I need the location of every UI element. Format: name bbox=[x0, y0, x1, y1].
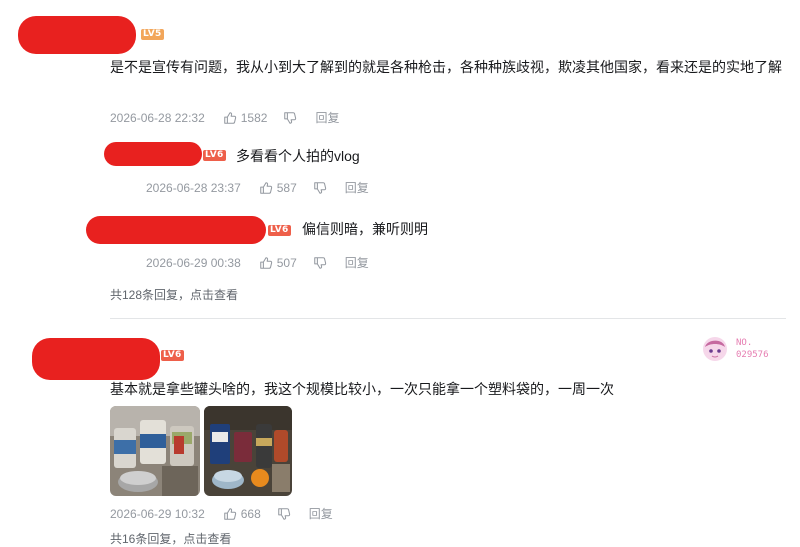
reply-meta: 2026-06-28 23:37 587 回复 bbox=[146, 179, 369, 196]
timestamp: 2026-06-29 10:32 bbox=[110, 506, 205, 521]
comment-meta: 2026-06-28 22:32 1582 回复 bbox=[110, 109, 339, 126]
like-icon bbox=[223, 507, 236, 520]
canned-food-photo bbox=[110, 406, 200, 496]
photo-2[interactable] bbox=[204, 406, 292, 496]
like-count: 1582 bbox=[240, 110, 268, 125]
like-count: 668 bbox=[240, 506, 261, 521]
dislike-icon bbox=[314, 256, 326, 269]
timestamp: 2026-06-28 23:37 bbox=[146, 180, 241, 195]
comment-text: 是不是宣传有问题，我从小到大了解到的就是各种枪击，各种种族歧视，欺凌其他国家，看… bbox=[110, 59, 782, 75]
dislike-button[interactable] bbox=[313, 181, 327, 195]
reply-button[interactable]: 回复 bbox=[309, 505, 333, 522]
like-button[interactable]: 668 bbox=[223, 507, 261, 521]
view-replies-link[interactable]: 点击查看 bbox=[190, 288, 238, 302]
groceries-photo bbox=[204, 406, 292, 496]
timestamp: 2026-06-28 22:32 bbox=[110, 110, 205, 125]
reply-text: 偏信则暗，兼听则明 bbox=[302, 221, 428, 237]
level-badge: LV6 bbox=[203, 150, 226, 161]
reply-count-text: 共16条回复， bbox=[110, 532, 184, 546]
comment-text: 基本就是拿些罐头啥的，我这个规模比较小，一次只能拿一个塑料袋的，一周一次 bbox=[110, 381, 614, 397]
more-replies: 共128条回复，点击查看 bbox=[110, 286, 238, 303]
photo-1[interactable] bbox=[110, 406, 200, 496]
like-button[interactable]: 1582 bbox=[223, 110, 268, 125]
timestamp: 2026-06-29 00:38 bbox=[146, 255, 241, 270]
like-icon bbox=[259, 181, 272, 194]
more-replies: 共16条回复，点击查看 bbox=[110, 530, 231, 547]
like-count: 587 bbox=[276, 180, 297, 195]
reply-text: 多看看个人拍的vlog bbox=[236, 148, 360, 164]
like-button[interactable]: 587 bbox=[259, 181, 297, 195]
view-replies-link[interactable]: 点击查看 bbox=[183, 532, 231, 546]
dislike-icon bbox=[278, 507, 290, 520]
dislike-icon bbox=[284, 111, 297, 124]
badge-label: NO. bbox=[736, 338, 753, 348]
like-button[interactable]: 507 bbox=[259, 256, 297, 270]
level-badge: LV6 bbox=[268, 225, 291, 236]
dislike-icon bbox=[314, 181, 326, 194]
redacted-username bbox=[18, 16, 136, 54]
redacted-username bbox=[104, 142, 202, 166]
reply-count-text: 共128条回复， bbox=[110, 288, 191, 302]
reply-button[interactable]: 回复 bbox=[345, 254, 369, 271]
reply-button[interactable]: 回复 bbox=[345, 179, 369, 196]
anime-avatar-icon bbox=[703, 337, 727, 361]
reply-meta: 2026-06-29 00:38 507 回复 bbox=[146, 254, 369, 271]
like-icon bbox=[223, 111, 236, 124]
fan-badge: NO. 029576 bbox=[700, 334, 782, 364]
like-count: 507 bbox=[276, 255, 297, 270]
dislike-button[interactable] bbox=[283, 111, 297, 125]
redacted-username bbox=[32, 338, 160, 380]
badge-number: 029576 bbox=[736, 350, 769, 360]
level-badge: LV6 bbox=[161, 350, 184, 361]
reply-button[interactable]: 回复 bbox=[315, 109, 339, 126]
like-icon bbox=[259, 256, 272, 269]
level-badge: LV5 bbox=[141, 29, 164, 40]
dislike-button[interactable] bbox=[277, 507, 291, 521]
dislike-button[interactable] bbox=[313, 256, 327, 270]
redacted-username bbox=[86, 216, 266, 244]
divider bbox=[110, 318, 786, 319]
comment-meta: 2026-06-29 10:32 668 回复 bbox=[110, 505, 333, 522]
